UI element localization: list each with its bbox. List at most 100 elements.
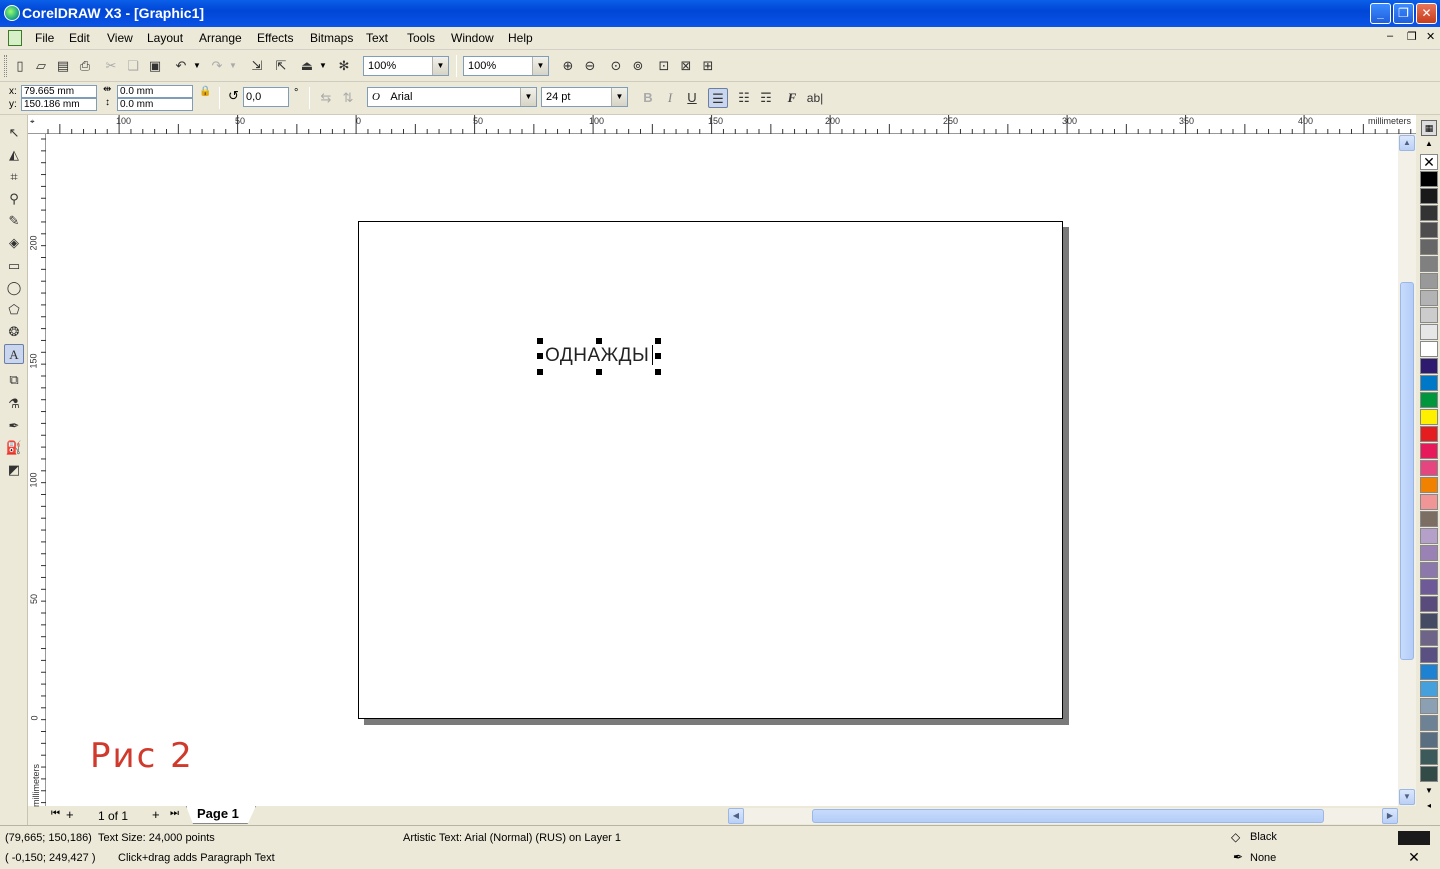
color-swatch[interactable]	[1420, 715, 1438, 731]
vertical-scrollbar[interactable]: ▲ ▼	[1398, 134, 1416, 806]
polygon-tool-icon[interactable]: ⬠	[4, 300, 24, 320]
scroll-left-button[interactable]: ◀	[728, 808, 744, 824]
last-page-icon[interactable]: ⏭	[170, 808, 179, 819]
close-button[interactable]: ✕	[1416, 3, 1437, 24]
selection-handle[interactable]	[596, 369, 602, 375]
color-swatch[interactable]	[1420, 341, 1438, 357]
print-icon[interactable]: ⎙	[75, 56, 95, 76]
italic-button[interactable]: I	[660, 88, 680, 108]
menu-tools[interactable]: Tools	[407, 31, 435, 45]
color-swatch[interactable]	[1420, 545, 1438, 561]
color-swatch[interactable]	[1420, 766, 1438, 782]
undo-icon[interactable]: ↶	[171, 56, 191, 76]
color-swatch[interactable]	[1420, 664, 1438, 680]
drop-cap-icon[interactable]: ☶	[756, 88, 776, 108]
zoom-height-icon[interactable]: ⊞	[698, 56, 718, 76]
zoom-level-combo[interactable]: 100% ▼	[363, 56, 449, 76]
color-swatch[interactable]	[1420, 290, 1438, 306]
outline-none-swatch[interactable]: ✕	[1398, 850, 1430, 865]
add-page-after-icon[interactable]: +	[152, 807, 160, 822]
vertical-ruler[interactable]: 200 150 100 50 0 millimeters	[28, 134, 46, 807]
basic-shapes-tool-icon[interactable]: ❂	[4, 322, 24, 342]
doc-minimize-icon[interactable]: –	[1387, 30, 1393, 42]
color-swatch[interactable]	[1420, 222, 1438, 238]
color-swatch[interactable]	[1420, 579, 1438, 595]
menu-help[interactable]: Help	[508, 31, 533, 45]
vertical-scroll-thumb[interactable]	[1400, 282, 1414, 660]
palette-options-icon[interactable]: ▦	[1421, 120, 1437, 136]
ellipse-tool-icon[interactable]: ◯	[4, 278, 24, 298]
crop-tool-icon[interactable]: ⌗	[4, 167, 24, 187]
horizontal-ruler[interactable]: ⌖ 100 50 0 50 100 150 200 250 300 350 40…	[28, 115, 1416, 134]
color-swatch[interactable]	[1420, 392, 1438, 408]
cut-icon[interactable]: ✂	[101, 56, 121, 76]
zoom-combo-2[interactable]: 100% ▼	[463, 56, 549, 76]
ruler-origin-icon[interactable]: ⌖	[30, 117, 35, 127]
color-swatch[interactable]	[1420, 477, 1438, 493]
paste-icon[interactable]: ▣	[145, 56, 165, 76]
zoom-all-icon[interactable]: ⊚	[628, 56, 648, 76]
menu-bitmaps[interactable]: Bitmaps	[310, 31, 353, 45]
scroll-up-button[interactable]: ▲	[1399, 135, 1415, 151]
underline-button[interactable]: U	[682, 88, 702, 108]
color-swatch[interactable]	[1420, 596, 1438, 612]
no-color-swatch[interactable]: ✕	[1420, 154, 1438, 170]
scroll-right-button[interactable]: ▶	[1382, 808, 1398, 824]
color-swatch[interactable]	[1420, 171, 1438, 187]
export-icon[interactable]: ⇱	[271, 56, 291, 76]
format-text-button[interactable]: F	[782, 88, 802, 108]
y-position-field[interactable]: 150.186 mm	[21, 98, 97, 111]
color-swatch[interactable]	[1420, 358, 1438, 374]
maximize-button[interactable]: ❐	[1393, 3, 1414, 24]
color-swatch[interactable]	[1420, 562, 1438, 578]
angle-field[interactable]: 0,0	[243, 87, 289, 107]
text-tool-icon[interactable]: A	[4, 344, 24, 364]
chevron-down-icon[interactable]: ▼	[520, 88, 536, 106]
menu-view[interactable]: View	[107, 31, 133, 45]
lock-ratio-icon[interactable]: 🔒	[199, 86, 211, 97]
color-swatch[interactable]	[1420, 256, 1438, 272]
font-size-combo[interactable]: 24 pt ▼	[541, 87, 628, 107]
fill-color-swatch[interactable]	[1398, 831, 1430, 845]
width-field[interactable]: 0.0 mm	[117, 85, 193, 98]
undo-dropdown-icon[interactable]: ▼	[193, 61, 201, 70]
scroll-down-button[interactable]: ▼	[1399, 789, 1415, 805]
color-swatch[interactable]	[1420, 749, 1438, 765]
selection-handle[interactable]	[537, 369, 543, 375]
x-position-field[interactable]: 79.665 mm	[21, 85, 97, 98]
fill-tool-icon[interactable]: ⛽	[4, 438, 24, 458]
save-icon[interactable]: ▤	[53, 56, 73, 76]
color-swatch[interactable]	[1420, 205, 1438, 221]
color-swatch[interactable]	[1420, 426, 1438, 442]
eyedropper-tool-icon[interactable]: ⚗	[4, 394, 24, 414]
bullet-list-icon[interactable]: ☷	[734, 88, 754, 108]
selection-handle[interactable]	[596, 338, 602, 344]
pick-tool-icon[interactable]: ↖	[4, 123, 24, 143]
color-swatch[interactable]	[1420, 273, 1438, 289]
corel-online-icon[interactable]: ✻	[334, 56, 354, 76]
doc-restore-icon[interactable]: ❐	[1407, 30, 1417, 43]
selection-handle[interactable]	[655, 369, 661, 375]
selection-handle[interactable]	[537, 338, 543, 344]
mirror-horizontal-icon[interactable]: ⇆	[316, 88, 336, 108]
zoom-in-icon[interactable]: ⊕	[558, 56, 578, 76]
minimize-button[interactable]: _	[1370, 3, 1391, 24]
height-field[interactable]: 0.0 mm	[117, 98, 193, 111]
color-swatch[interactable]	[1420, 443, 1438, 459]
drawing-page[interactable]: ОДНАЖДЫ	[358, 221, 1063, 719]
color-swatch[interactable]	[1420, 613, 1438, 629]
doc-close-icon[interactable]: ✕	[1426, 30, 1435, 43]
drawing-canvas[interactable]: ОДНАЖДЫ Рис 2	[46, 134, 1398, 806]
zoom-out-icon[interactable]: ⊖	[580, 56, 600, 76]
document-icon[interactable]	[8, 30, 22, 46]
artistic-text-object[interactable]: ОДНАЖДЫ	[545, 345, 649, 367]
interactive-blend-tool-icon[interactable]: ⧉	[4, 370, 24, 390]
menu-effects[interactable]: Effects	[257, 31, 293, 45]
zoom-page-icon[interactable]: ⊡	[654, 56, 674, 76]
chevron-down-icon[interactable]: ▼	[532, 57, 548, 75]
import-icon[interactable]: ⇲	[247, 56, 267, 76]
selection-handle[interactable]	[655, 338, 661, 344]
new-icon[interactable]: ▯	[10, 56, 30, 76]
color-swatch[interactable]	[1420, 732, 1438, 748]
color-swatch[interactable]	[1420, 698, 1438, 714]
